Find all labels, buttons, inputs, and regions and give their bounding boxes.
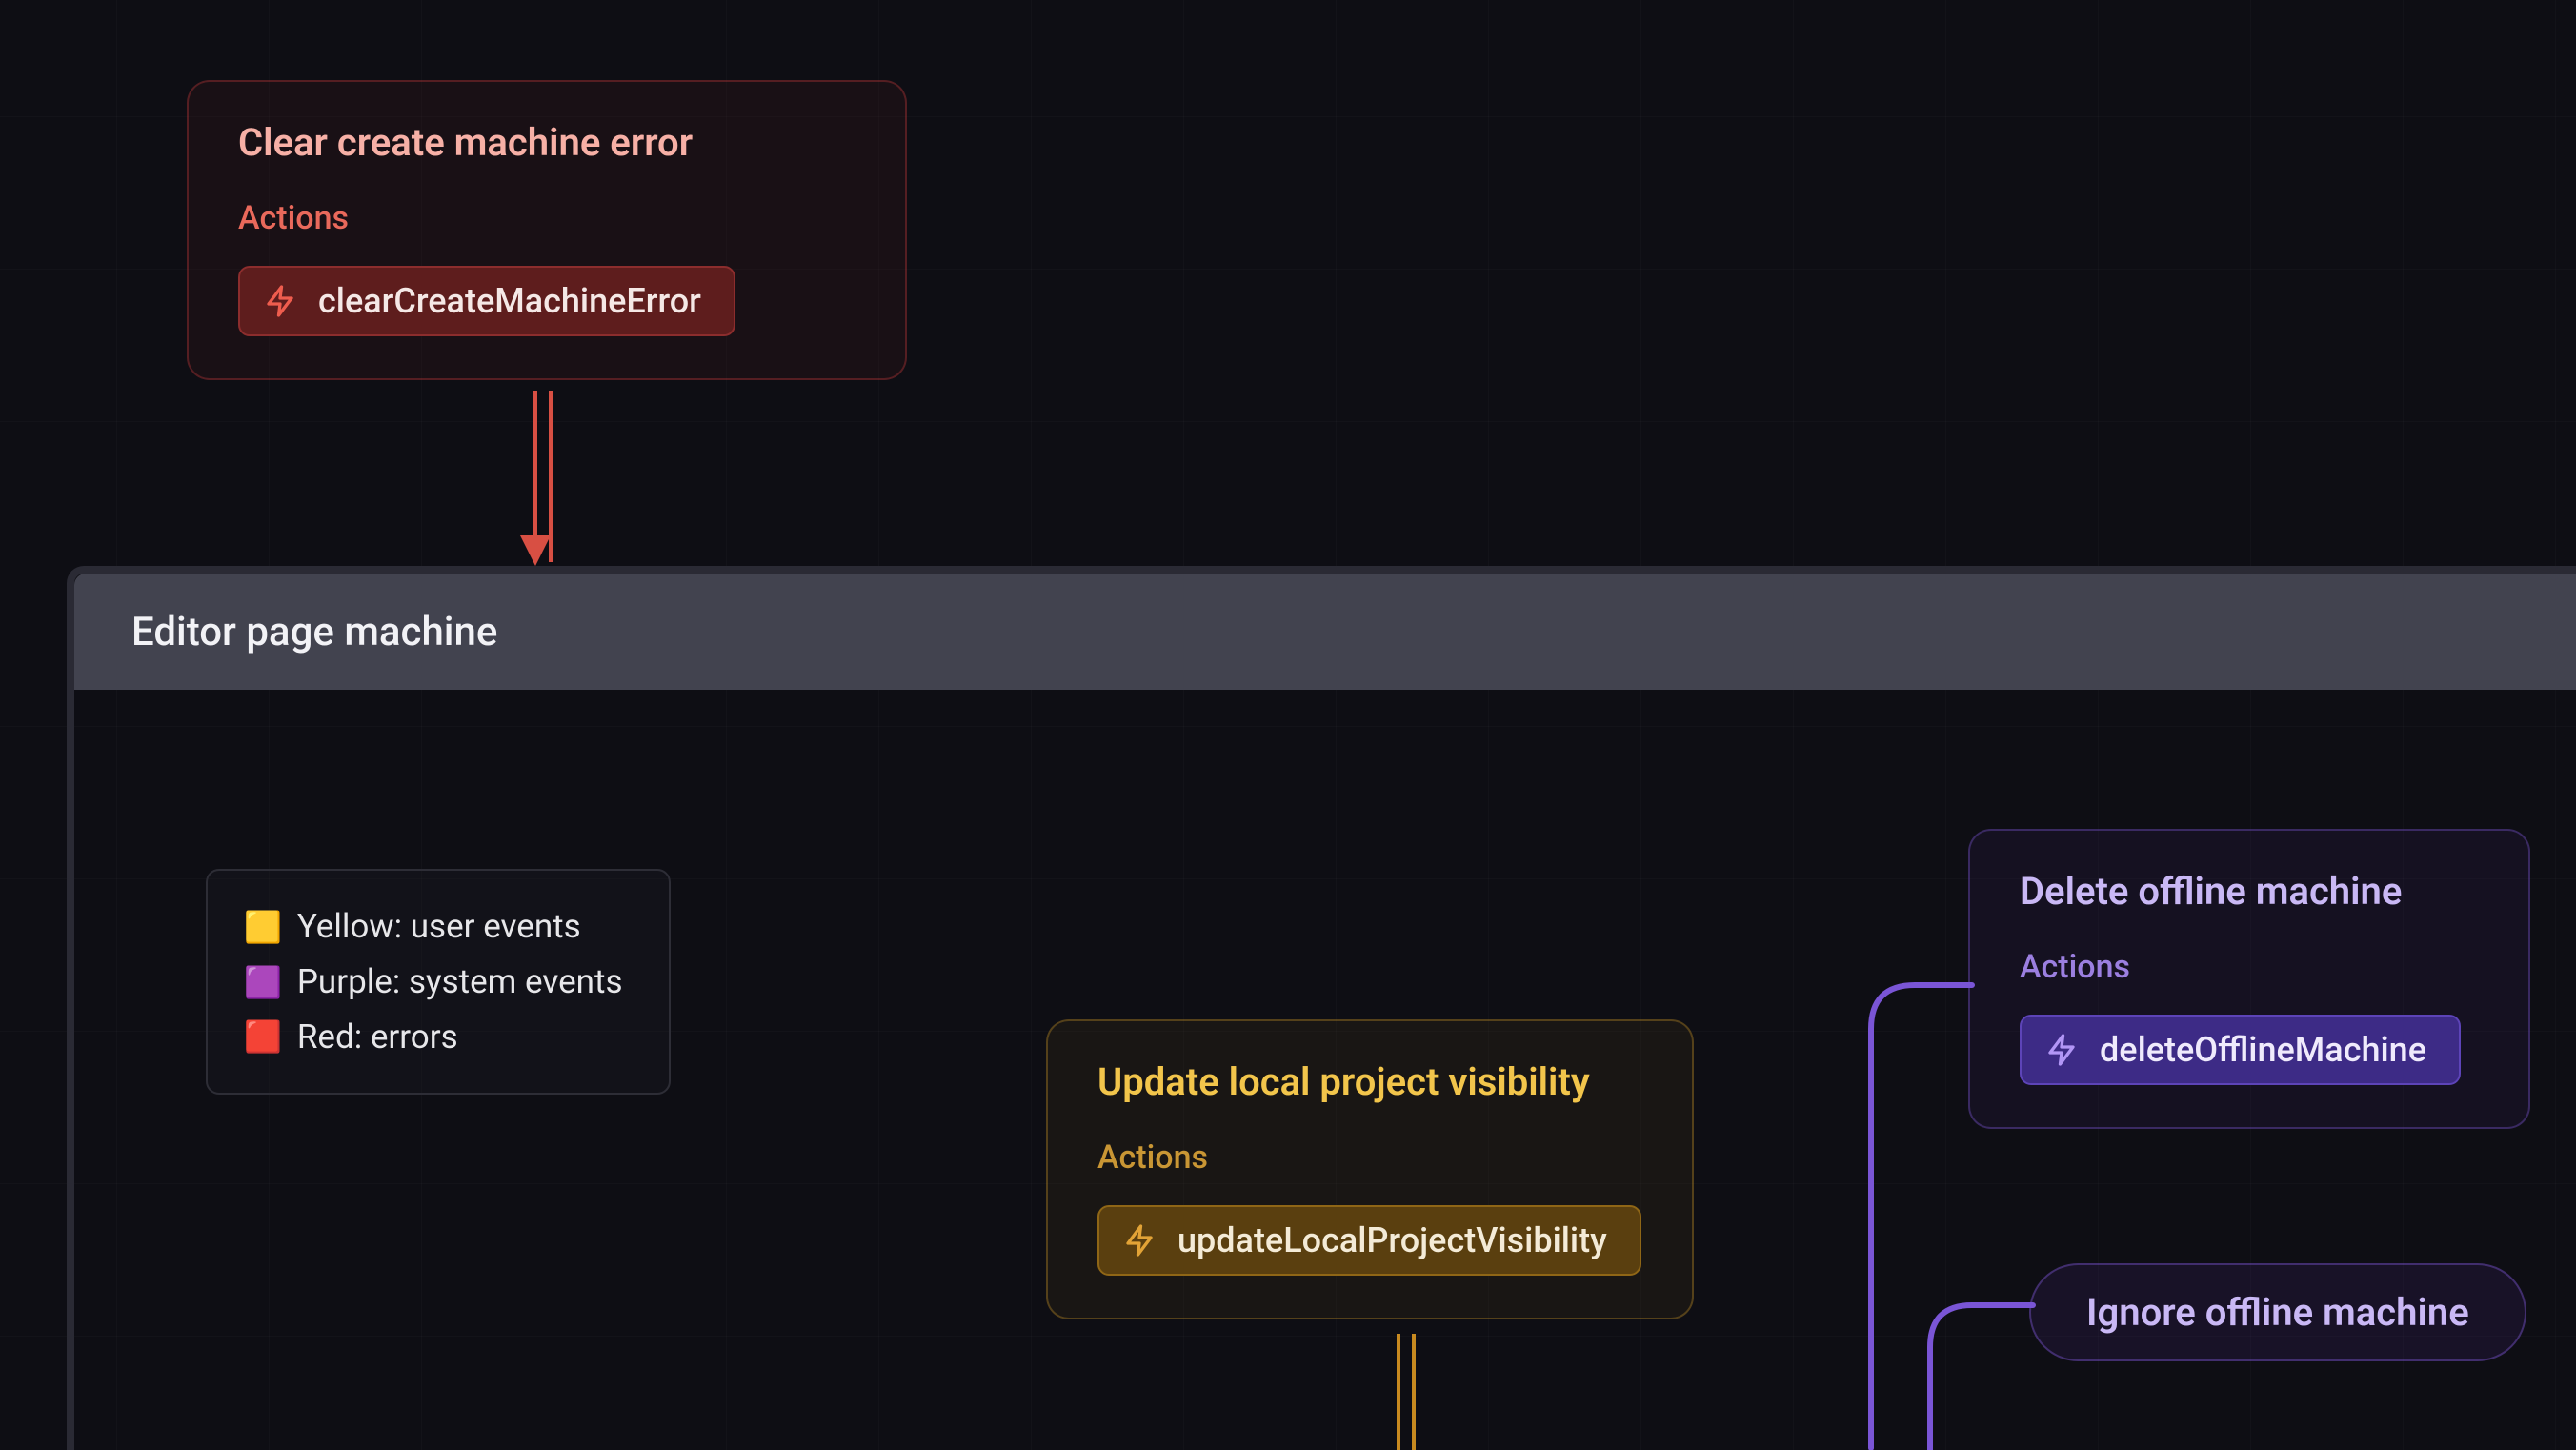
action-pill-clear-create-machine-error[interactable]: clearCreateMachineError bbox=[238, 266, 735, 336]
legend-text: Purple: system events bbox=[297, 955, 623, 1010]
lightning-icon bbox=[1122, 1223, 1157, 1258]
node-update-local-project-visibility[interactable]: Update local project visibility Actions … bbox=[1046, 1019, 1694, 1319]
lightning-icon bbox=[2044, 1033, 2079, 1067]
square-icon: 🟪 bbox=[244, 967, 282, 997]
node-section-label: Actions bbox=[2020, 948, 2479, 986]
action-label: clearCreateMachineError bbox=[318, 281, 701, 321]
action-pill-delete-offline-machine[interactable]: deleteOfflineMachine bbox=[2020, 1015, 2461, 1085]
square-icon: 🟥 bbox=[244, 1021, 282, 1052]
node-title: Update local project visibility bbox=[1097, 1059, 1642, 1104]
lightning-icon bbox=[263, 284, 297, 318]
legend-row-yellow: 🟨 Yellow: user events bbox=[244, 899, 623, 955]
legend-row-purple: 🟪 Purple: system events bbox=[244, 955, 623, 1010]
editor-header-title: Editor page machine bbox=[131, 609, 497, 655]
diagram-canvas[interactable]: Clear create machine error Actions clear… bbox=[0, 0, 2576, 1450]
connector-red-arrow bbox=[514, 391, 572, 572]
legend-text: Red: errors bbox=[297, 1010, 458, 1065]
legend-text: Yellow: user events bbox=[297, 899, 581, 955]
node-clear-create-machine-error[interactable]: Clear create machine error Actions clear… bbox=[187, 80, 907, 380]
node-title: Ignore offline machine bbox=[2086, 1290, 2469, 1335]
square-icon: 🟨 bbox=[244, 912, 282, 942]
legend-box: 🟨 Yellow: user events 🟪 Purple: system e… bbox=[206, 869, 671, 1095]
action-label: deleteOfflineMachine bbox=[2100, 1030, 2426, 1070]
action-pill-update-local-project-visibility[interactable]: updateLocalProjectVisibility bbox=[1097, 1205, 1641, 1276]
node-title: Delete offline machine bbox=[2020, 869, 2479, 914]
node-title: Clear create machine error bbox=[238, 120, 855, 165]
node-section-label: Actions bbox=[238, 199, 855, 237]
action-label: updateLocalProjectVisibility bbox=[1177, 1220, 1607, 1260]
legend-row-red: 🟥 Red: errors bbox=[244, 1010, 623, 1065]
node-delete-offline-machine[interactable]: Delete offline machine Actions deleteOff… bbox=[1968, 829, 2530, 1129]
editor-header: Editor page machine bbox=[74, 574, 2576, 690]
node-ignore-offline-machine[interactable]: Ignore offline machine bbox=[2029, 1263, 2526, 1361]
node-section-label: Actions bbox=[1097, 1138, 1642, 1177]
